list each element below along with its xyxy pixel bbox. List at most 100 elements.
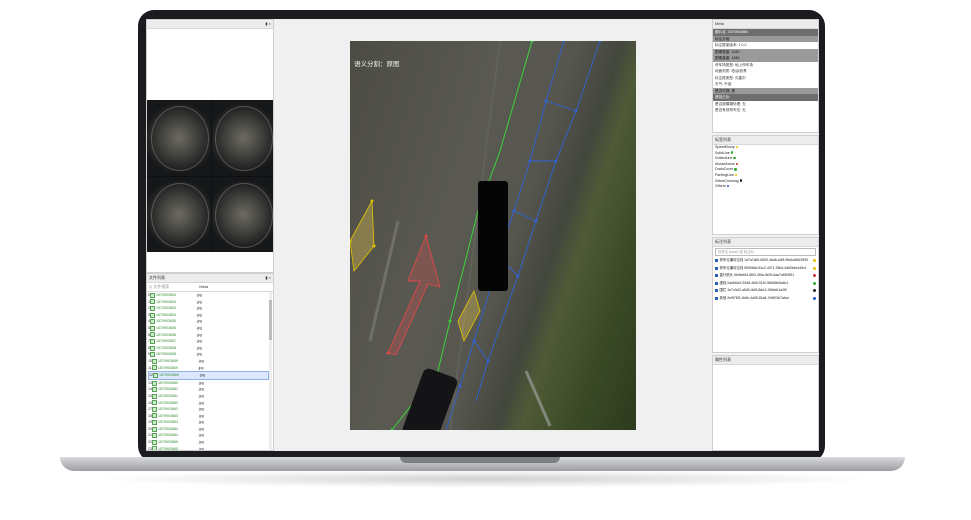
camera-right-view[interactable]: [211, 176, 273, 252]
file-checkbox[interactable]: [152, 406, 157, 412]
file-list-item[interactable]: 8 1570903658 .jpg: [148, 345, 269, 352]
file-checkbox[interactable]: [150, 325, 155, 331]
file-checkbox[interactable]: [152, 426, 157, 432]
file-checkbox[interactable]: [150, 319, 155, 325]
file-list-item[interactable]: 7 1570903657 .jpg: [148, 338, 269, 345]
pin-close-icon[interactable]: ▮ ×: [265, 274, 271, 282]
file-search-input[interactable]: Q 文件搜索 Meta: [147, 283, 273, 292]
meta-rows: 图片名: 1570903660 标注分组: 标注框架版本: 1.0.0 图像宽度: 1…: [713, 29, 818, 114]
file-name: 1570903656: [156, 332, 176, 337]
file-name: 1570903658: [156, 345, 176, 350]
annotation-text: 停车位横向空线 5f9f0b6d-51c2-4071-93b6-4d60bbe1…: [719, 265, 807, 270]
file-list-item[interactable]: 4 1570903655 .jpg: [148, 318, 269, 325]
file-checkbox[interactable]: [152, 420, 157, 426]
file-checkbox[interactable]: [152, 413, 157, 419]
file-list-item[interactable]: 21 1570903664 .jpg: [148, 432, 269, 439]
label-name: DottedLine: [715, 156, 733, 161]
file-checkbox[interactable]: [150, 292, 155, 298]
file-name: 1570903662: [158, 400, 178, 405]
file-list-item[interactable]: 3 1570903654 .jpg: [148, 312, 269, 319]
file-checkbox[interactable]: [150, 338, 155, 344]
annotation-color-dot: [813, 259, 816, 263]
file-checkbox[interactable]: [150, 332, 155, 338]
file-list-item[interactable]: 11 1570903659 .jpg: [148, 365, 269, 372]
file-checkbox[interactable]: [152, 358, 157, 364]
file-checkbox[interactable]: [152, 380, 157, 386]
file-name: 1570903659: [157, 365, 178, 370]
file-list-item[interactable]: 17 1570903662 .jpg: [148, 406, 269, 413]
file-name: 1570903665: [158, 440, 178, 445]
file-checkbox[interactable]: [150, 299, 155, 305]
file-checkbox[interactable]: [152, 393, 157, 399]
file-name: 1570903654: [156, 299, 176, 304]
label-name: ParkingLine: [715, 172, 734, 177]
file-name: 1570903663: [158, 413, 178, 418]
annotation-canvas-area[interactable]: 语义分割：原图: [274, 19, 712, 451]
annotation-type-icon: [715, 296, 718, 300]
annotation-item[interactable]: 围栏 1e7c3cf2-a5d0-4bf3-8de3-1f5bbfc1a2f0: [713, 287, 818, 295]
file-checkbox[interactable]: [150, 312, 155, 318]
file-list-item[interactable]: 22 1570903665 .jpg: [148, 439, 269, 446]
file-list-item[interactable]: 15 1570903661 .jpg: [148, 393, 269, 400]
file-list-item[interactable]: 10 1570903659 .jpg: [148, 358, 269, 365]
annotation-type-icon: [715, 289, 718, 293]
file-list-item[interactable]: 0 1570903654 .jpg: [148, 292, 269, 299]
laptop-notch: [400, 457, 560, 463]
file-checkbox[interactable]: [152, 439, 157, 445]
pin-close-icon[interactable]: ▮ ×: [265, 20, 271, 28]
file-extension: .jpg: [198, 400, 204, 405]
annotation-text: 停车位横向空线 1d7a7a60-6509-4ba8-a2f8-9bbba861…: [719, 258, 809, 262]
file-checkbox[interactable]: [152, 433, 157, 439]
annotation-item[interactable]: 停车位横向空线 5f9f0b6d-51c2-4071-93b6-4d60bbe1…: [713, 265, 818, 273]
scroll-thumb[interactable]: [269, 300, 272, 340]
camera-left-view[interactable]: [147, 176, 211, 252]
file-list-item[interactable]: 20 1570903664 .jpg: [148, 426, 269, 433]
file-extension: .jpg: [198, 426, 204, 431]
file-checkbox[interactable]: [152, 446, 157, 450]
label-list-panel: 标签列表 SpeedBump SolidLine DottedLine AheadAr…: [712, 135, 819, 235]
file-checkbox[interactable]: [151, 365, 157, 371]
file-list-item[interactable]: 23 1570903665 .jpg: [148, 446, 269, 450]
file-list-item[interactable]: 13 1570903660 .jpg: [148, 380, 269, 387]
file-list-item[interactable]: 5 1570903655 .jpg: [148, 325, 269, 332]
file-checkbox[interactable]: [150, 345, 155, 351]
file-checkbox[interactable]: [153, 372, 158, 378]
file-extension: .jpg: [196, 312, 202, 317]
file-checkbox[interactable]: [152, 400, 157, 406]
file-list-item[interactable]: 16 1570903662 .jpg: [148, 400, 269, 407]
file-name: 1570903660: [158, 380, 178, 385]
green-dotted-line[interactable]: [391, 41, 533, 430]
label-item[interactable]: Others: [713, 184, 818, 190]
file-list-scrollbar[interactable]: [269, 292, 272, 450]
file-list-item[interactable]: 18 1570903663 .jpg: [148, 413, 269, 420]
camera-front-view[interactable]: [147, 100, 211, 176]
annotation-item[interactable]: 其他 2e9f7f09-1b8e-4a95-81a6-7e5f03b7a4ce: [713, 295, 818, 303]
annotation-item[interactable]: 虚线 0ab6f4e3-92d8-4fd0-914f-0f6d58e5a4b1: [713, 280, 818, 288]
bird-eye-image[interactable]: 语义分割：原图: [350, 41, 636, 430]
blue-fence-annotation[interactable]: [445, 41, 601, 430]
file-checkbox[interactable]: [152, 387, 157, 393]
surround-camera-grid: [147, 100, 273, 252]
file-list-item[interactable]: 14 1570903661 .jpg: [148, 386, 269, 393]
file-list-item[interactable]: 9 1570903658 .jpg: [148, 351, 269, 358]
annotation-search-input[interactable]: 标签名 (label) 或 标注ID: [715, 248, 816, 256]
camera-rear-view[interactable]: [211, 100, 273, 176]
file-name: 1570903661: [158, 393, 178, 398]
file-extension: .jpg: [198, 380, 204, 385]
file-extension: .jpg: [197, 365, 204, 370]
annotation-text: 其他 2e9f7f09-1b8e-4a95-81a6-7e5f03b7a4ce: [719, 295, 790, 300]
file-checkbox[interactable]: [150, 352, 155, 358]
file-list-item[interactable]: 2 1570903654 .jpg: [148, 305, 269, 312]
annotation-item[interactable]: 直行箭头 5b4befd4-8f53-4f0a-9e29-6aa7a5f19f5…: [713, 272, 818, 280]
file-name: 1570903654: [156, 312, 176, 317]
label-name: AheadArrow: [715, 161, 735, 166]
file-checkbox[interactable]: [150, 305, 155, 311]
file-list-item[interactable]: 12 1570903660 .jpg: [148, 371, 269, 380]
annotation-text: 虚线 0ab6f4e3-92d8-4fd0-914f-0f6d58e5a4b1: [719, 280, 789, 285]
file-list-item[interactable]: 19 1570903663 .jpg: [148, 419, 269, 426]
annotation-item[interactable]: 停车位横向空线 1d7a7a60-6509-4ba8-a2f8-9bbba861…: [713, 257, 818, 265]
yellow-parking-line[interactable]: [350, 199, 375, 272]
file-list-item[interactable]: 1 1570903654 .jpg: [148, 299, 269, 306]
file-list-item[interactable]: 6 1570903656 .jpg: [148, 332, 269, 339]
red-ahead-arrow[interactable]: [387, 234, 441, 356]
